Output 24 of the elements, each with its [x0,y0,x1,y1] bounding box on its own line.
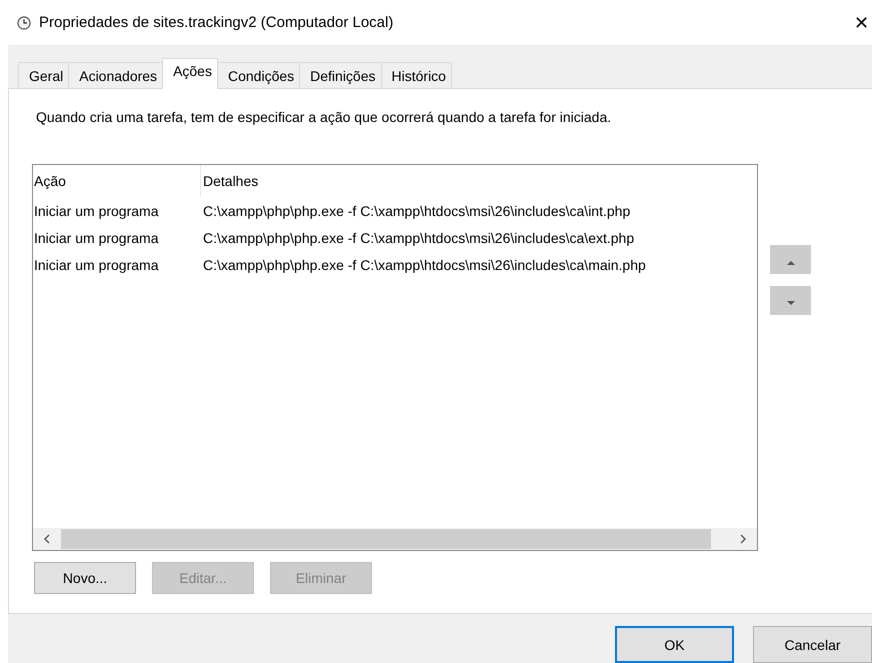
window-title: Propriedades de sites.trackingv2 (Computador Local) [39,14,394,31]
table-cell: Iniciar um programa [34,256,158,272]
table-cell: C:\xampp\php\php.exe -f C:\xampp\htdocs\msi\26\includes\ca\ext.php [203,230,634,246]
horizontal-scrollbar[interactable] [33,528,757,550]
move-down-button[interactable] [770,286,811,315]
caret-down-icon [786,300,794,306]
tab[interactable]: Geral [18,62,70,88]
column-header[interactable]: Detalhes [203,173,258,189]
move-up-button[interactable] [770,245,811,274]
dialog-button[interactable]: Cancelar [753,626,872,663]
table-cell: C:\xampp\php\php.exe -f C:\xampp\htdocs\msi\26\includes\ca\int.php [203,202,630,218]
table-cell: C:\xampp\php\php.exe -f C:\xampp\htdocs\msi\26\includes\ca\main.php [203,256,646,272]
tab[interactable]: Histórico [380,62,452,88]
table-cell: Iniciar um programa [34,202,158,218]
caret-up-icon [786,260,794,264]
tab[interactable]: Ações [162,58,218,89]
description-text: Quando cria uma tarefa, tem de especificar a ação que ocorrerá quando a tarefa for iniciada. [36,109,612,125]
scroll-thumb[interactable] [61,529,711,549]
column-header[interactable]: Ação [34,173,66,189]
close-button[interactable]: ✕ [854,12,872,34]
table-cell: Iniciar um programa [34,230,158,246]
clock-icon [17,16,31,30]
action-button[interactable]: Novo... [34,562,136,594]
dialog-button[interactable]: OK [615,626,734,663]
